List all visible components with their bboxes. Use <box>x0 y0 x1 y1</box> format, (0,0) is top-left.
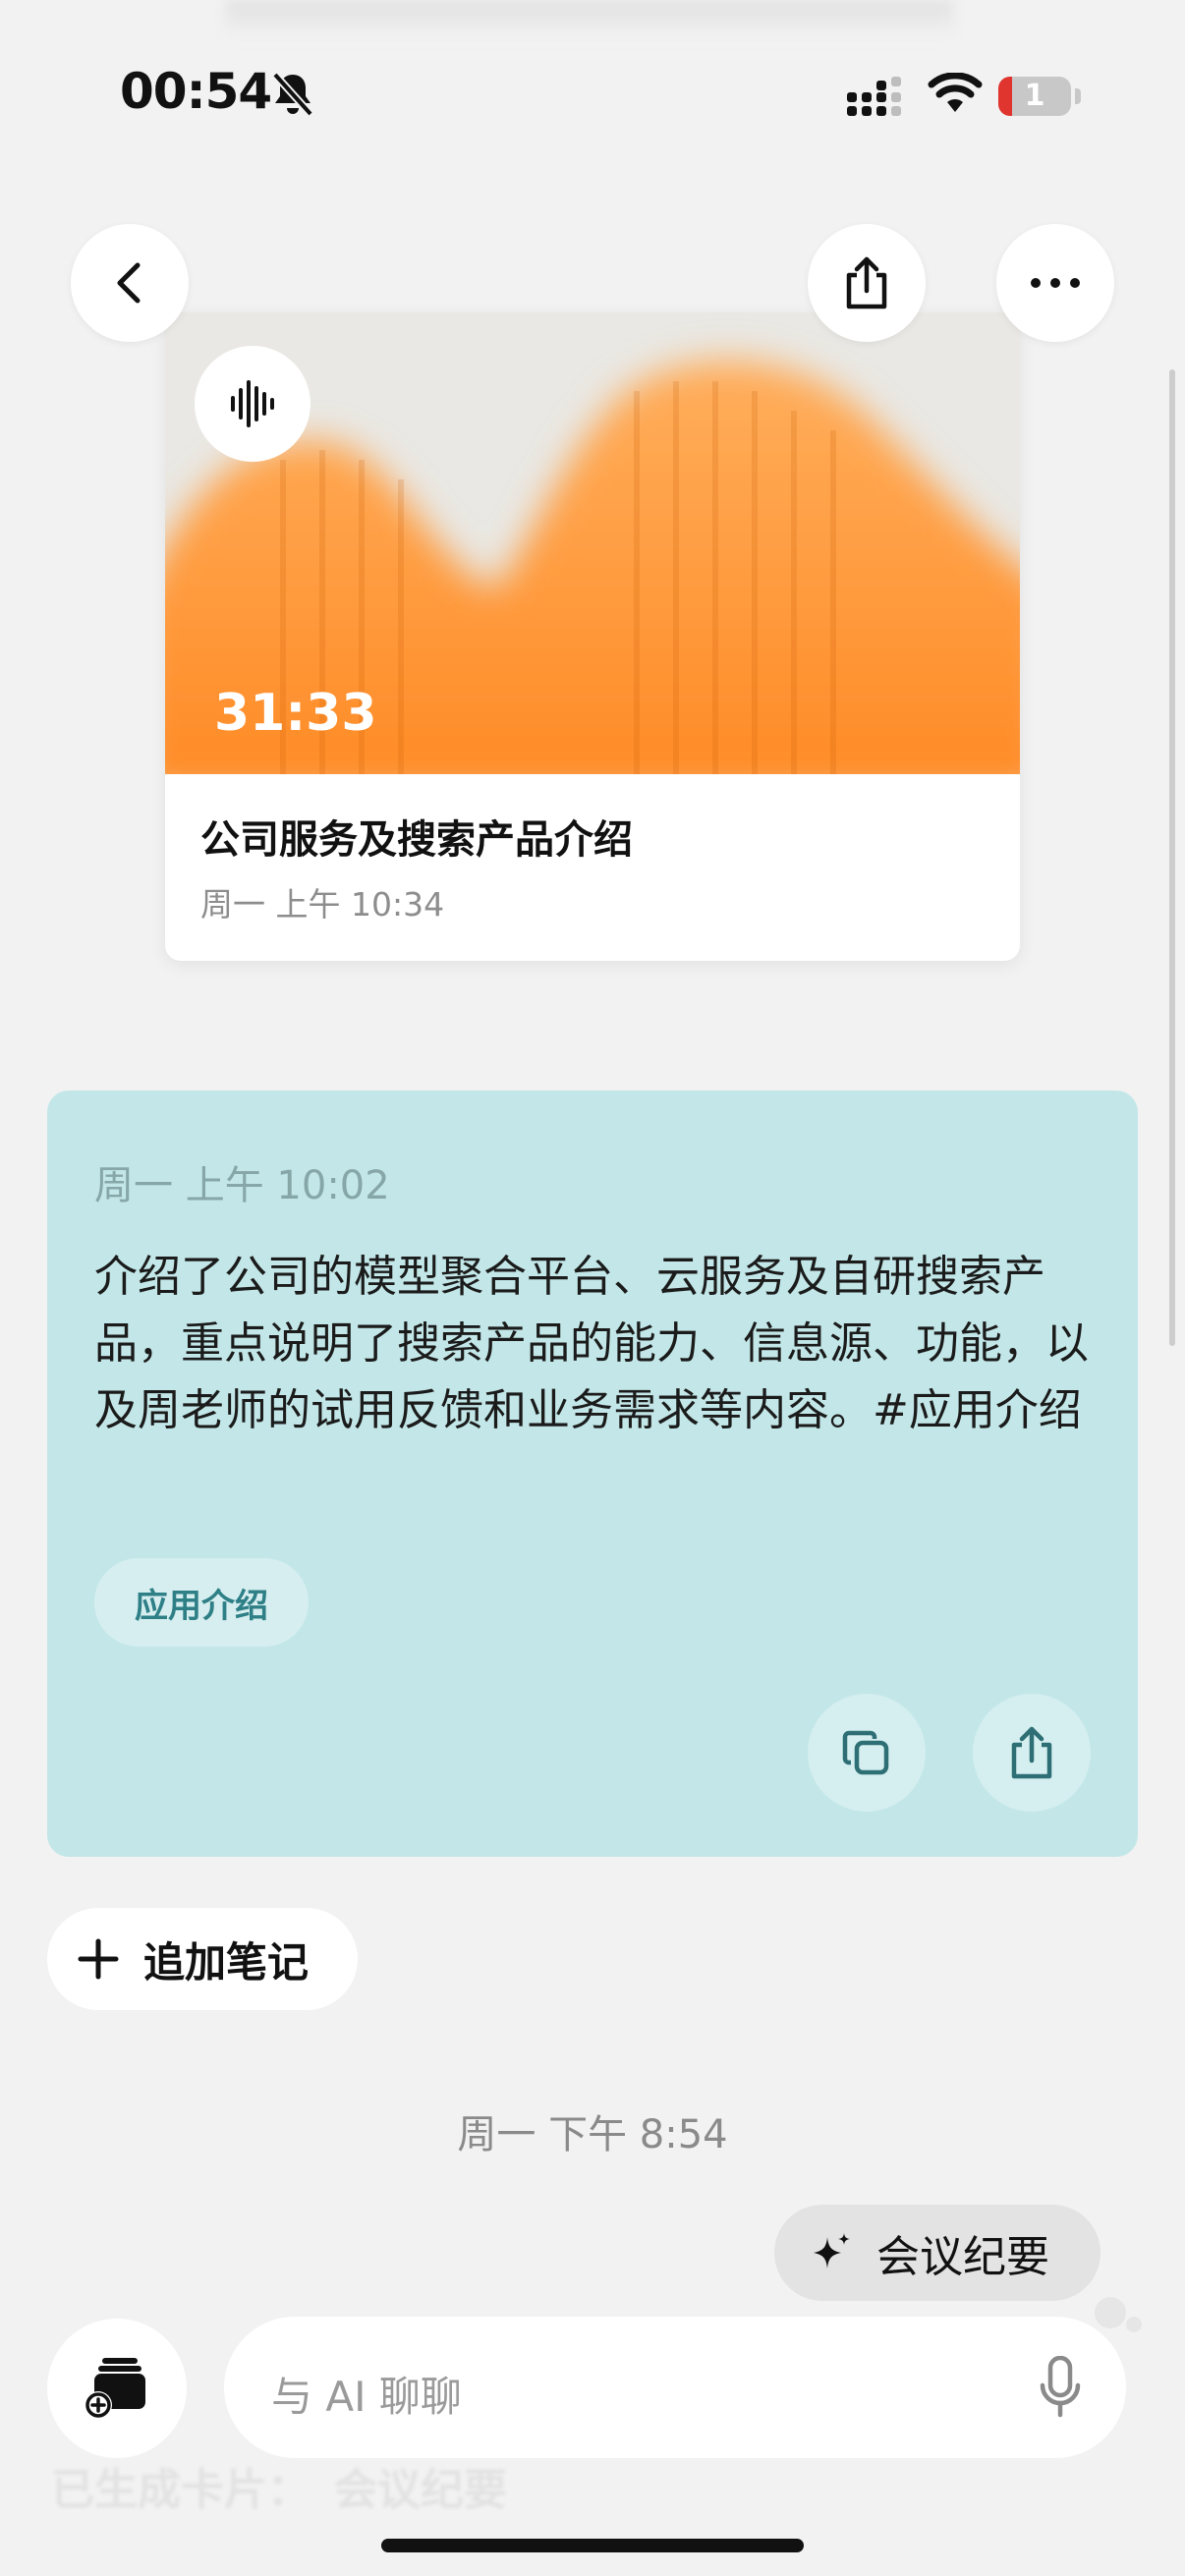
meeting-summary-label: 会议纪要 <box>876 2232 1049 2282</box>
status-time: 00:54 <box>120 63 272 120</box>
note-tag[interactable]: 应用介绍 <box>94 1558 309 1647</box>
card-deck-button[interactable] <box>47 2319 187 2458</box>
back-button[interactable] <box>71 224 189 342</box>
note-datetime: 周一 上午 10:02 <box>94 1163 390 1208</box>
generated-card-prefix: 已生成卡片： <box>51 2465 310 2515</box>
chevron-left-icon <box>117 262 141 304</box>
ai-chat-placeholder: 与 AI 聊聊 <box>271 2373 462 2421</box>
add-note-button[interactable]: 追加笔记 <box>47 1908 358 2010</box>
bell-muted-icon <box>272 72 313 117</box>
more-button[interactable] <box>996 224 1114 342</box>
home-indicator[interactable] <box>381 2539 804 2552</box>
generated-card-value: 会议纪要 <box>334 2465 507 2515</box>
recording-title: 公司服务及搜索产品介绍 <box>200 817 633 863</box>
top-blur <box>226 0 953 39</box>
card-stack-add-icon <box>85 2358 145 2419</box>
recording-card[interactable]: 31:33 公司服务及搜索产品介绍 周一 上午 10:34 <box>165 312 1020 961</box>
recording-datetime: 周一 上午 10:34 <box>200 885 445 924</box>
plus-icon <box>78 1938 119 1980</box>
microphone-icon[interactable] <box>1040 2356 1081 2419</box>
wifi-icon <box>928 73 983 112</box>
battery-level: 1 <box>1024 79 1045 113</box>
share-icon <box>846 256 887 309</box>
sparkle-icon <box>814 2233 850 2268</box>
battery-indicator: 1 <box>998 77 1081 118</box>
copy-button[interactable] <box>808 1694 926 1812</box>
add-note-label: 追加笔记 <box>143 1937 310 1987</box>
meeting-summary-chip[interactable]: 会议纪要 <box>774 2205 1100 2301</box>
audio-play-button[interactable] <box>195 346 310 462</box>
day-timestamp: 周一 下午 8:54 <box>457 2112 728 2157</box>
signal-icon <box>847 77 901 116</box>
more-horizontal-icon <box>1031 278 1080 288</box>
note-card[interactable]: 周一 上午 10:02 介绍了公司的模型聚合平台、云服务及自研搜索产品，重点说明… <box>47 1091 1138 1857</box>
audio-waveform-icon <box>231 380 274 427</box>
recording-cover: 31:33 <box>165 312 1020 774</box>
note-body: 介绍了公司的模型聚合平台、云服务及自研搜索产品，重点说明了搜索产品的能力、信息源… <box>94 1252 1089 1435</box>
scrollbar[interactable] <box>1169 369 1175 1346</box>
copy-icon <box>842 1730 889 1775</box>
generated-card-hint: 已生成卡片： 会议纪要 <box>51 2454 507 2517</box>
note-share-button[interactable] <box>973 1694 1091 1812</box>
share-icon <box>1011 1726 1052 1779</box>
ai-chat-input[interactable]: 与 AI 聊聊 <box>224 2317 1126 2458</box>
recording-duration: 31:33 <box>214 684 377 743</box>
share-button[interactable] <box>808 224 926 342</box>
